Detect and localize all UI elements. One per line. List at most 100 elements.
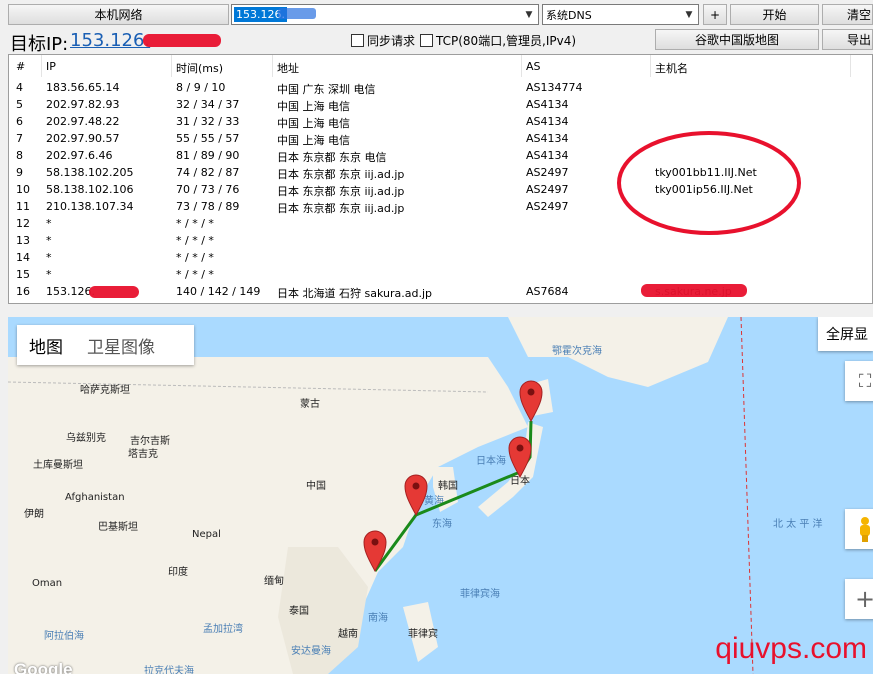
fullscreen-button[interactable]: 全屏显 — [818, 317, 873, 351]
cell-time: 70 / 73 / 76 — [176, 183, 240, 196]
cell-address: 日本 东京都 东京 iij.ad.jp — [277, 202, 405, 215]
street-view-pegman-icon[interactable] — [845, 509, 873, 549]
pin-shanghai-icon — [404, 474, 428, 517]
tcp-label: TCP(80端口,管理员,IPv4) — [436, 34, 577, 48]
tab-satellite[interactable]: 卫星图像 — [75, 333, 167, 358]
pin-tokyo-icon — [508, 436, 532, 479]
col-header-address[interactable]: 地址 — [277, 60, 299, 76]
dns-select[interactable]: 系统DNS ▼ — [542, 4, 699, 25]
target-ip-value[interactable]: 153.126. — [70, 30, 150, 51]
redaction-mark — [143, 34, 221, 47]
cell-index: 4 — [16, 81, 23, 94]
checkbox-box[interactable] — [420, 34, 433, 47]
col-header-hostname[interactable]: 主机名 — [655, 60, 688, 76]
cell-time: 8 / 9 / 10 — [176, 81, 226, 94]
table-row[interactable]: 4 183.56.65.14 8 / 9 / 10 中国 广东 深圳 电信 AS1347… — [9, 80, 872, 97]
cell-index: 9 — [16, 166, 23, 179]
watermark-text: qiuvps.com — [715, 632, 867, 665]
map-type-tabs: 地图 卫星图像 — [17, 325, 194, 365]
cell-time: 74 / 82 / 87 — [176, 166, 240, 179]
route-map[interactable]: 哈萨克斯坦 蒙古 乌兹别克 吉尔吉斯 塔吉克 土库曼斯坦 Afghanistan… — [8, 317, 873, 674]
route-overlay — [363, 380, 543, 573]
cell-as: AS4134 — [526, 98, 569, 111]
col-header-time[interactable]: 时间(ms) — [176, 60, 223, 76]
cell-index: 8 — [16, 149, 23, 162]
chevron-down-icon[interactable]: ▼ — [522, 8, 536, 21]
cell-ip: * — [46, 268, 52, 281]
cell-ip: 58.138.102.106 — [46, 183, 134, 196]
cell-address: 中国 广东 深圳 电信 — [277, 83, 376, 96]
local-network-button[interactable]: 本机网络 — [8, 4, 229, 25]
col-header-index[interactable]: # — [16, 60, 25, 73]
zoom-in-button[interactable]: + — [845, 579, 873, 619]
cell-time: * / * / * — [176, 251, 214, 264]
cell-address: 中国 上海 电信 — [277, 100, 350, 113]
cell-ip: 153.126. — [46, 285, 95, 298]
cell-address: 日本 东京都 东京 iij.ad.jp — [277, 168, 405, 181]
redaction-mark — [641, 284, 747, 297]
cell-time: * / * / * — [176, 268, 214, 281]
cell-index: 5 — [16, 98, 23, 111]
cell-as: AS2497 — [526, 183, 569, 196]
redaction-mark — [89, 286, 139, 298]
route-line — [373, 420, 533, 572]
cell-address: 中国 上海 电信 — [277, 117, 350, 130]
export-button[interactable]: 导出 — [822, 29, 873, 50]
cell-as: AS134774 — [526, 81, 583, 94]
table-row[interactable]: 15 * * / * / * — [9, 267, 872, 284]
sync-label: 同步请求 — [367, 34, 416, 48]
dns-select-value: 系统DNS — [546, 8, 592, 22]
cell-index: 11 — [16, 200, 30, 213]
col-header-ip[interactable]: IP — [46, 60, 56, 73]
google-map-button[interactable]: 谷歌中国版地图 — [655, 29, 819, 50]
cell-ip: * — [46, 251, 52, 264]
cell-index: 6 — [16, 115, 23, 128]
cell-ip: 58.138.102.205 — [46, 166, 134, 179]
cell-time: 55 / 55 / 57 — [176, 132, 240, 145]
cell-address: 日本 东京都 东京 电信 — [277, 151, 387, 164]
cell-time: 31 / 32 / 33 — [176, 115, 240, 128]
cell-time: 81 / 89 / 90 — [176, 149, 240, 162]
trace-table: # IP 时间(ms) 地址 AS 主机名 4 183.56.65.14 8 / 9… — [8, 54, 873, 304]
cell-index: 14 — [16, 251, 30, 264]
cell-ip: * — [46, 234, 52, 247]
cell-as: AS4134 — [526, 115, 569, 128]
chevron-down-icon[interactable]: ▼ — [682, 8, 696, 21]
cell-ip: 202.97.6.46 — [46, 149, 113, 162]
cell-ip: 202.97.48.22 — [46, 115, 120, 128]
cell-as: AS4134 — [526, 149, 569, 162]
pin-hokkaido-icon — [519, 380, 543, 423]
redaction-mark — [278, 8, 316, 19]
cell-as: AS4134 — [526, 132, 569, 145]
cell-ip: 183.56.65.14 — [46, 81, 120, 94]
cell-address: 日本 北海道 石狩 sakura.ad.jp — [277, 287, 432, 300]
checkbox-box[interactable] — [351, 34, 364, 47]
cell-index: 7 — [16, 132, 23, 145]
cell-as: AS2497 — [526, 200, 569, 213]
cell-index: 16 — [16, 285, 30, 298]
target-ip-label: 目标IP: — [10, 34, 69, 55]
table-row[interactable]: 14 * * / * / * — [9, 250, 872, 267]
table-row[interactable]: 5 202.97.82.93 32 / 34 / 37 中国 上海 电信 AS4134 — [9, 97, 872, 114]
col-header-as[interactable]: AS — [526, 60, 541, 73]
cell-address: 中国 上海 电信 — [277, 134, 350, 147]
cell-index: 13 — [16, 234, 30, 247]
tcp-checkbox[interactable]: TCP(80端口,管理员,IPv4) — [420, 32, 576, 49]
cell-ip: * — [46, 217, 52, 230]
start-button[interactable]: 开始 — [730, 4, 819, 25]
cell-time: 140 / 142 / 149 — [176, 285, 261, 298]
cell-ip: 202.97.90.57 — [46, 132, 120, 145]
cell-index: 15 — [16, 268, 30, 281]
sync-checkbox[interactable]: 同步请求 — [351, 32, 415, 49]
clear-button[interactable]: 清空 — [822, 4, 873, 25]
add-button[interactable]: + — [703, 4, 727, 25]
expand-icon[interactable]: ⛶ — [845, 361, 873, 401]
cell-time: 73 / 78 / 89 — [176, 200, 240, 213]
cell-ip: 202.97.82.93 — [46, 98, 120, 111]
cell-ip: 210.138.107.34 — [46, 200, 134, 213]
google-logo: Google — [14, 660, 73, 674]
pin-shenzhen-icon — [363, 530, 387, 573]
tab-map[interactable]: 地图 — [17, 333, 75, 358]
zoom-in-icon: + — [854, 585, 873, 613]
fullscreen-label: 全屏显 — [826, 327, 868, 343]
